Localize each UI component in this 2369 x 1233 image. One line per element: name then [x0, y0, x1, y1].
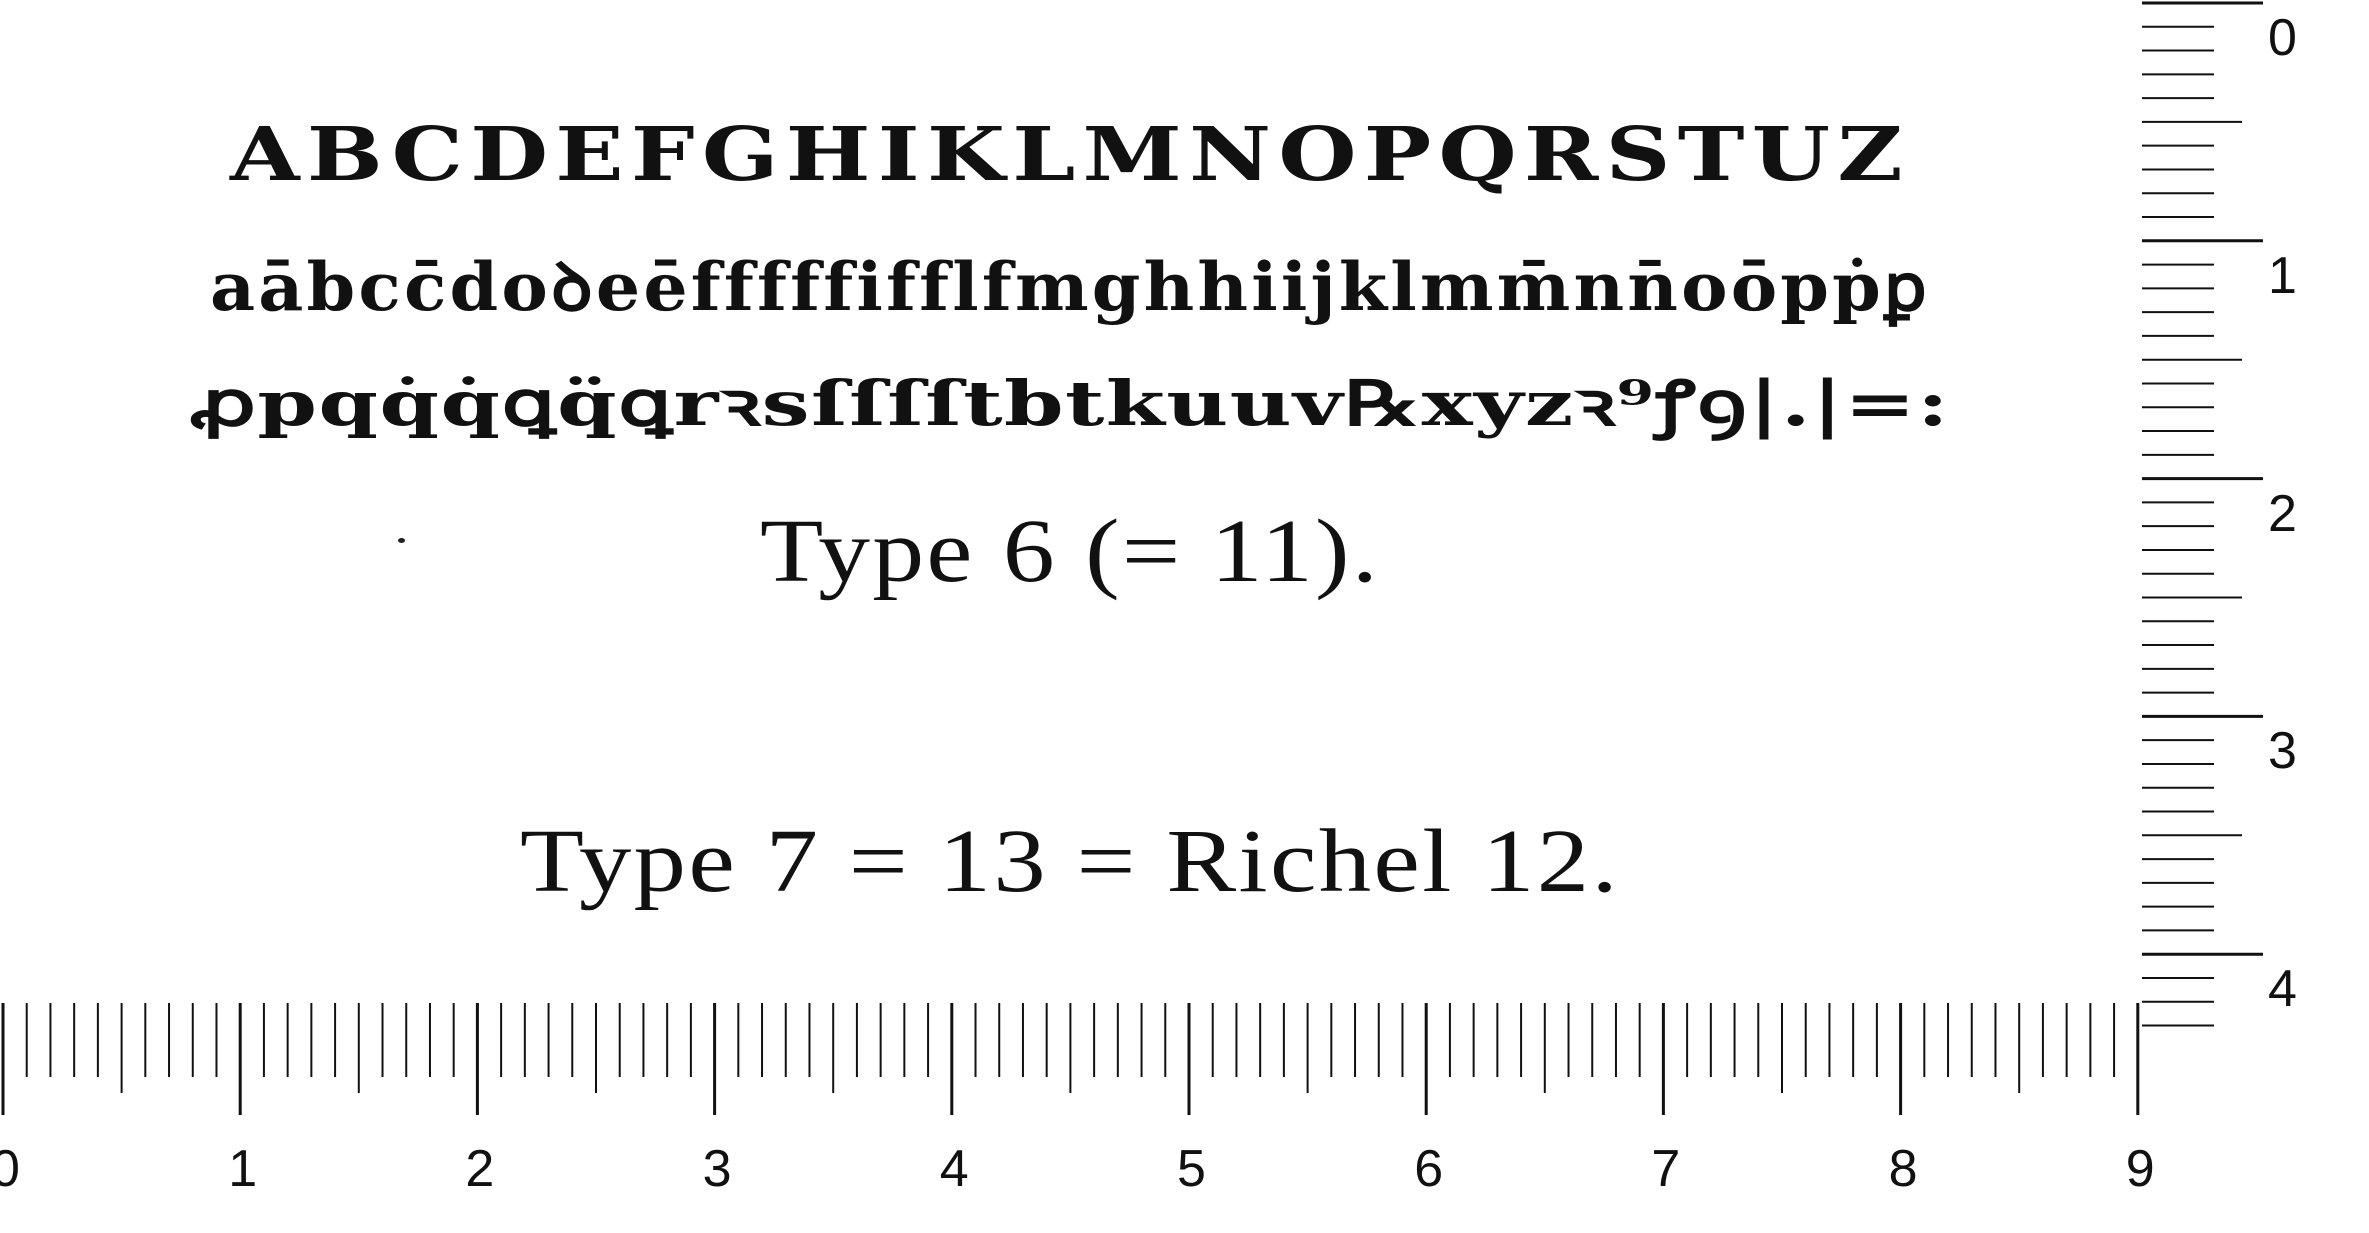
ruler-horizontal-label: 0	[0, 1140, 20, 1198]
ruler-horizontal-label: 1	[228, 1140, 258, 1198]
ruler-horizontal-label: 2	[465, 1140, 495, 1198]
ruler-horizontal-label: 8	[1888, 1140, 1918, 1198]
measurement-ruler	[1, 1, 2263, 1115]
ruler-horizontal-label: 7	[1651, 1140, 1681, 1198]
ruler-vertical-label: 4	[2268, 960, 2297, 1019]
ruler-vertical-label: 0	[2268, 9, 2297, 67]
ruler-horizontal-label: 3	[702, 1140, 732, 1198]
ruler-vertical-label: 3	[2268, 722, 2297, 781]
ruler-vertical-label: 1	[2268, 246, 2297, 305]
ruler-horizontal-label: 6	[1414, 1140, 1444, 1198]
ruler-horizontal-label: 5	[1177, 1140, 1206, 1198]
ruler-horizontal-label: 9	[2125, 1140, 2155, 1198]
ruler-horizontal-label: 4	[939, 1140, 969, 1198]
ruler-vertical-label: 2	[2268, 484, 2297, 543]
